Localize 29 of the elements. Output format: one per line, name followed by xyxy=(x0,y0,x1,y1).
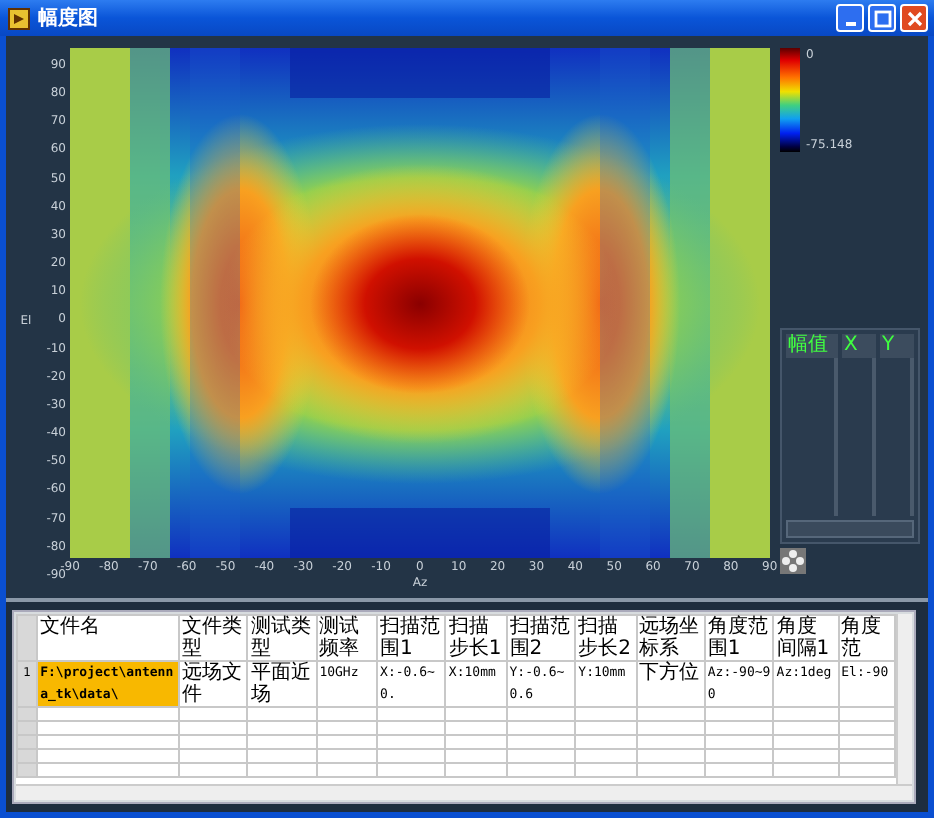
column-header[interactable]: 扫描范围1 xyxy=(377,615,446,661)
column-header[interactable]: 角度间隔1 xyxy=(773,615,839,661)
window-title: 幅度图 xyxy=(38,4,100,32)
minimize-button[interactable] xyxy=(836,4,864,32)
column-header[interactable]: 扫描范围2 xyxy=(506,615,576,661)
table-cell[interactable]: 下方位 xyxy=(636,661,705,707)
close-icon xyxy=(905,9,923,27)
minimize-icon xyxy=(845,21,855,25)
maximize-icon xyxy=(873,9,891,27)
app-icon xyxy=(8,7,30,29)
column-header[interactable]: 文件名 xyxy=(37,615,179,661)
table-cell[interactable]: 平面近场 xyxy=(247,661,317,707)
column-header[interactable]: 幅值 xyxy=(786,334,838,358)
column-header[interactable]: X xyxy=(842,334,876,358)
pan-icon[interactable] xyxy=(780,548,806,574)
colorbar xyxy=(780,48,800,152)
column-header[interactable]: 角度范 xyxy=(838,615,895,661)
column-header[interactable]: 扫描步长2 xyxy=(575,615,636,661)
close-button[interactable] xyxy=(900,4,928,32)
column-header[interactable]: Y xyxy=(880,334,914,358)
column-header[interactable]: 远场坐标系 xyxy=(636,615,705,661)
column-header[interactable]: 测试类型 xyxy=(247,615,317,661)
column-header[interactable]: 文件类型 xyxy=(178,615,248,661)
scrollbar[interactable] xyxy=(786,520,914,538)
column-header[interactable]: 扫描步长1 xyxy=(445,615,507,661)
column-header[interactable]: 角度范围1 xyxy=(704,615,774,661)
column-header[interactable]: 测试频率 xyxy=(316,615,378,661)
maximize-button[interactable] xyxy=(868,4,896,32)
table-cell[interactable]: 远场文件 xyxy=(178,661,248,707)
